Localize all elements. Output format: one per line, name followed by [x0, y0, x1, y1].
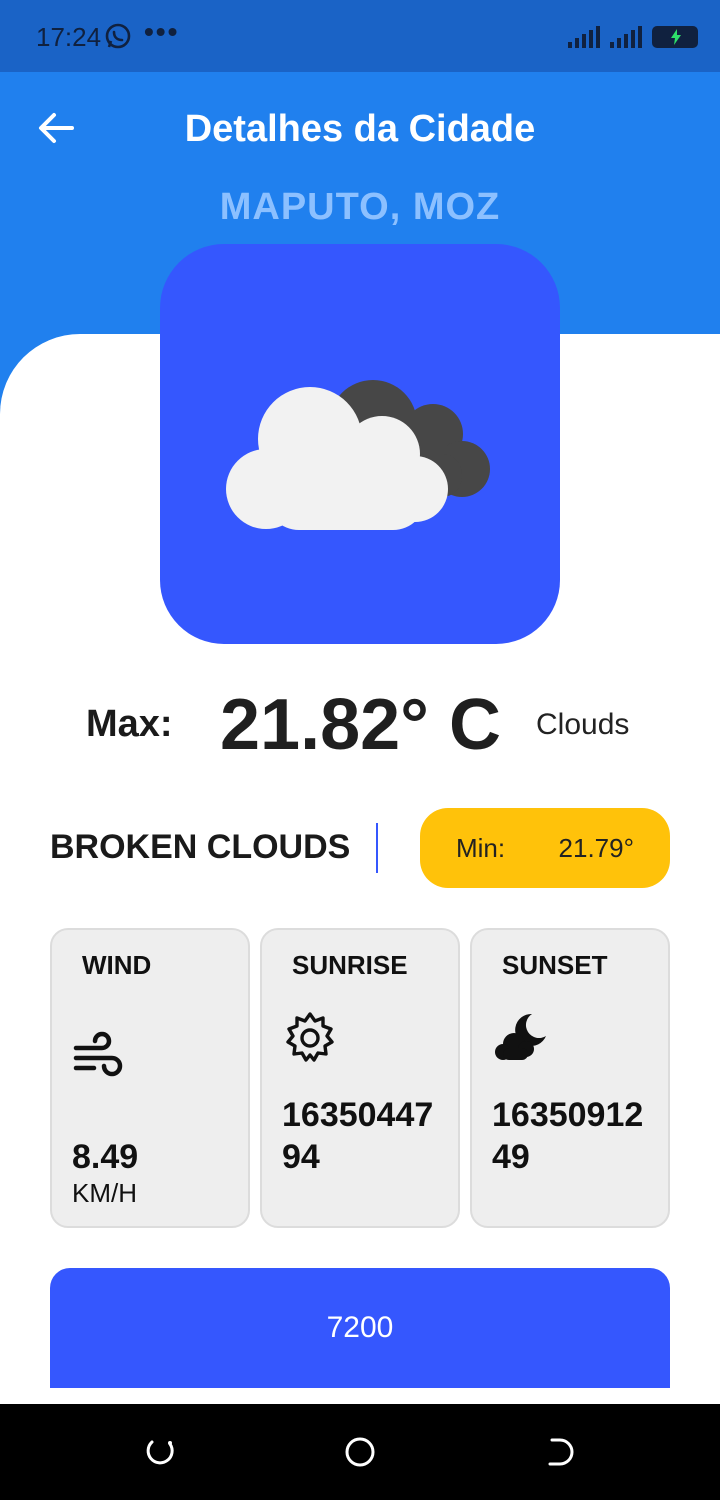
max-temperature: 21.82° C [220, 685, 501, 765]
city-name: MAPUTO, MOZ [219, 186, 501, 228]
sunrise-value: 1635044794 [282, 1096, 434, 1176]
min-label: Min: [456, 832, 506, 863]
whatsapp-icon [105, 23, 131, 49]
status-time: 17:24 [36, 22, 102, 52]
navigation-bar [0, 1404, 720, 1500]
min-temperature-badge: Min: 21.79° [420, 808, 670, 888]
signal-icon [610, 26, 642, 48]
back-icon[interactable] [542, 1434, 578, 1470]
divider [376, 823, 378, 873]
signal-icon [568, 26, 600, 48]
wind-card: WIND 8.49 KM/H [50, 928, 250, 1228]
weather-description: BROKEN CLOUDS [50, 828, 351, 866]
weather-icon-card [160, 244, 560, 644]
wind-unit: KM/H [72, 1178, 137, 1208]
wind-icon [73, 1031, 123, 1077]
sunset-card: SUNSET 1635091249 [470, 928, 670, 1228]
status-icons [568, 22, 698, 48]
battery-charging-icon [652, 26, 698, 48]
max-label: Max: [86, 703, 173, 745]
sunrise-card: SUNRISE 1635044794 [260, 928, 460, 1228]
recent-apps-icon[interactable] [142, 1434, 178, 1470]
wind-label: WIND [82, 950, 152, 980]
timezone-button[interactable]: 7200 [50, 1268, 670, 1388]
page-title: Detalhes da Cidade [184, 108, 536, 150]
home-icon[interactable] [342, 1434, 378, 1470]
sunrise-label: SUNRISE [292, 950, 408, 980]
status-bar: 17:24 ••• [0, 0, 720, 72]
weather-main: Clouds [536, 708, 630, 741]
more-notifications-icon: ••• [144, 16, 180, 47]
sunset-label: SUNSET [502, 950, 608, 980]
sunset-value: 1635091249 [492, 1096, 644, 1176]
wind-value: 8.49 [72, 1138, 139, 1176]
broken-clouds-icon [226, 380, 490, 530]
sun-icon [286, 1012, 334, 1062]
cloud-moon-icon [495, 1013, 546, 1060]
min-temperature: 21.79° [558, 832, 634, 863]
